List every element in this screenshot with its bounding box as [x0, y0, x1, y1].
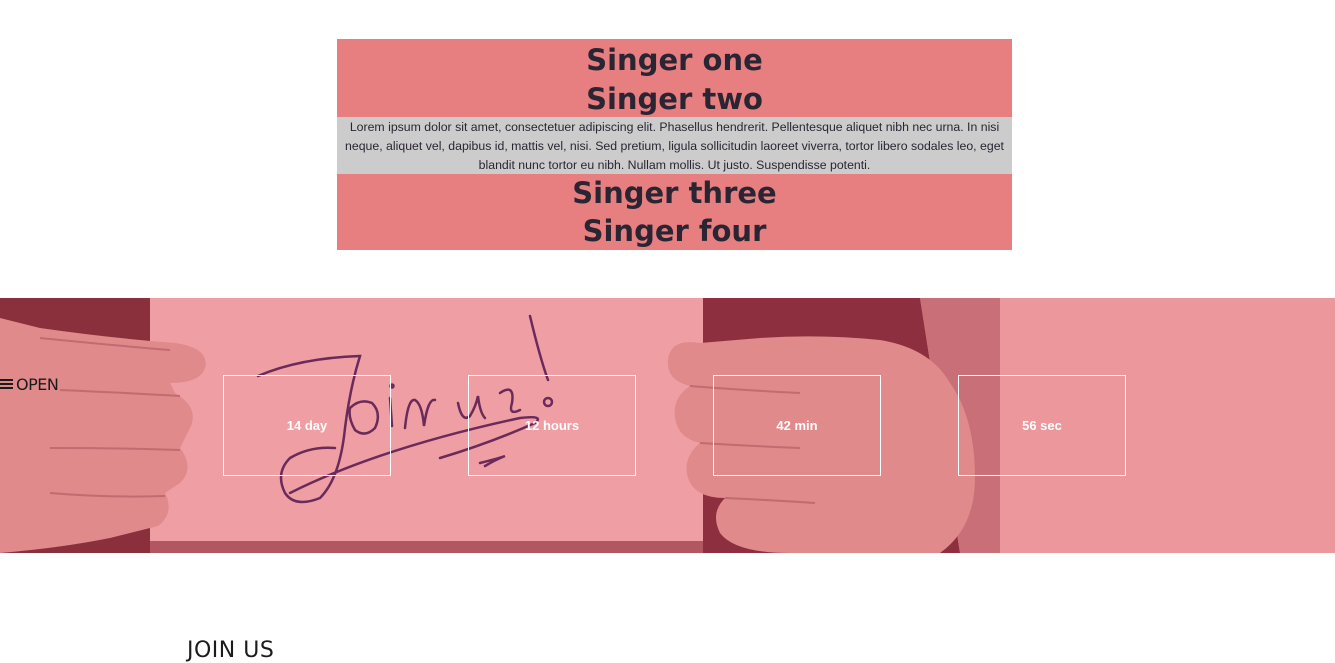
singer-name: Singer three — [572, 176, 777, 210]
countdown-seconds: 56 sec — [958, 375, 1126, 476]
countdown-minutes: 42 min — [713, 375, 881, 476]
hamburger-icon — [0, 378, 13, 390]
singer-name: Singer four — [582, 214, 767, 248]
singer-name: Singer one — [586, 43, 763, 77]
countdown-hours-value: 12 hours — [524, 418, 580, 433]
singer-name: Singer two — [586, 82, 763, 116]
countdown-days: 14 day — [223, 375, 391, 476]
countdown-seconds-value: 56 sec — [1022, 418, 1062, 433]
countdown-days-value: 14 day — [286, 418, 328, 433]
join-us-banner — [0, 298, 1335, 553]
countdown-hours: 12 hours — [468, 375, 636, 476]
singers-description: Lorem ipsum dolor sit amet, consectetuer… — [337, 117, 1012, 174]
countdown-minutes-value: 42 min — [776, 418, 818, 433]
open-menu-label: OPEN — [16, 374, 59, 394]
open-menu-button[interactable]: OPEN — [0, 373, 59, 395]
banner-photo — [0, 298, 1335, 553]
join-us-heading: JOIN US — [187, 638, 275, 663]
singers-top-group: Singer one Singer two — [337, 39, 1012, 117]
singers-panel: Singer one Singer two Lorem ipsum dolor … — [337, 39, 1012, 250]
singers-bottom-group: Singer three Singer four — [337, 174, 1012, 250]
